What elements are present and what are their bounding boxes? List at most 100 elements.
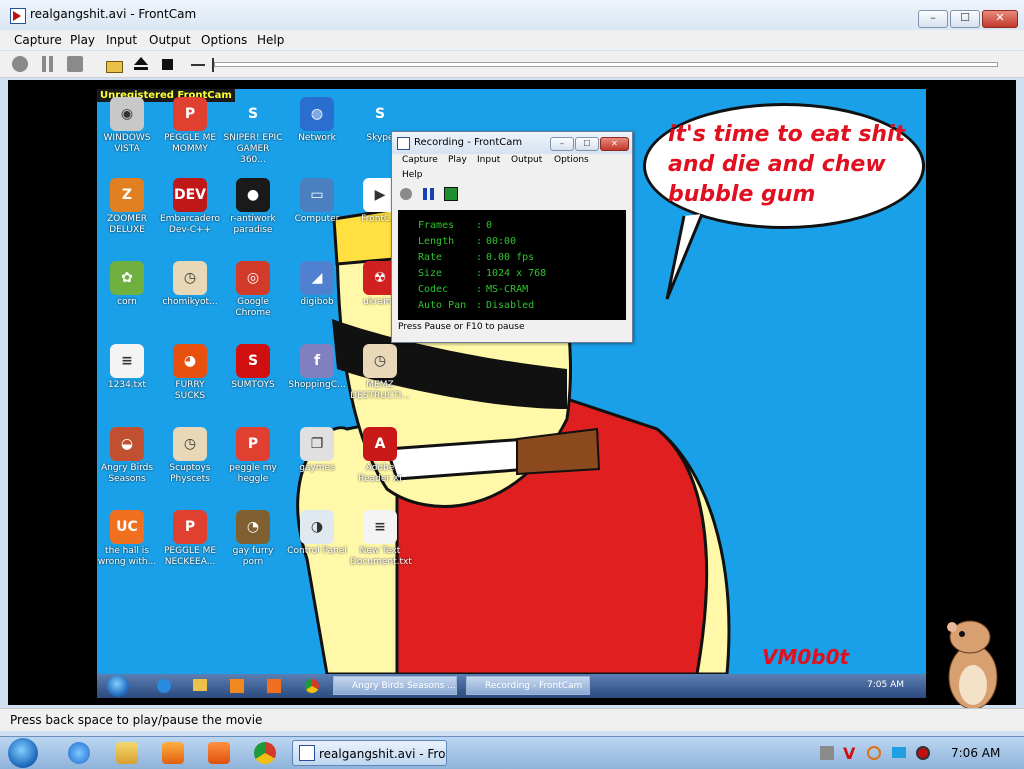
desktop-icon-glyph: UC [110,510,144,544]
inner-task-recording[interactable]: Recording - FrontCam [466,676,590,695]
rec-menu-input[interactable]: Input [477,155,500,165]
rec-record-icon[interactable] [400,188,412,200]
inner-media-icon[interactable] [230,679,244,693]
rec-menu-output[interactable]: Output [511,155,542,165]
desktop-icon[interactable]: ◑ Control Panel [287,510,347,557]
desktop-icon-label: Computer [294,214,340,224]
desktop-icon[interactable]: ◒ Angry Birds Seasons [97,427,157,485]
desktop-icon[interactable]: ◷ chomikyot... [160,261,220,308]
rec-menu-options[interactable]: Options [554,155,589,165]
desktop-icon[interactable]: S SNIPER! EPIC GAMER 360... [223,97,283,166]
stat-label: Auto Pan [418,300,467,311]
desktop-icon[interactable]: A Adobe Reader XI [350,427,410,485]
inner-chrome-icon[interactable] [305,679,319,693]
rec-menu-capture[interactable]: Capture [402,155,438,165]
stop-square-icon[interactable] [67,56,83,72]
desktop-icon[interactable]: Ppeggle my heggle [223,427,283,485]
desktop-icon-glyph: ✿ [110,261,144,295]
stat-label: Length [418,236,455,247]
desktop-icon[interactable]: ❐ gaymes [287,427,347,474]
rec-pause-icon[interactable] [422,188,436,200]
tray-display-icon[interactable] [892,747,906,758]
window-titlebar[interactable]: realgangshit.avi - FrontCam – ☐ ✕ [0,0,1024,31]
desktop-icon[interactable]: ● r-antiwork paradise [223,178,283,236]
tray-network-icon[interactable] [820,746,834,760]
desktop-icon-label: Network [298,133,336,143]
window-title: realgangshit.avi - FrontCam [30,7,197,21]
inner-start-button[interactable] [107,675,129,697]
stop-icon[interactable] [162,59,173,70]
maximize-button[interactable]: ☐ [950,10,980,28]
seek-thumb[interactable] [212,58,214,72]
desktop-icon[interactable]: ◎ Google Chrome [223,261,283,319]
rec-close-button[interactable]: ✕ [600,137,629,151]
media-player-icon[interactable] [162,742,184,764]
chrome-icon[interactable] [254,742,276,764]
rec-menu-play[interactable]: Play [448,155,467,165]
tray-search-icon[interactable] [867,746,881,760]
tray-antivirus-icon[interactable]: V [843,744,855,763]
desktop-icon-glyph: A [363,427,397,461]
menu-input[interactable]: Input [106,33,137,47]
desktop-icon-label: Angry Birds Seasons [100,463,154,484]
desktop-icon[interactable]: P PEGGLE ME NECKEEA... [160,510,220,568]
desktop-icon[interactable]: UC the hall is wrong with... [97,510,157,568]
rec-stop-icon[interactable] [444,187,458,201]
open-folder-icon[interactable] [106,56,123,73]
rec-maximize-button[interactable]: ☐ [575,137,599,151]
desktop-icon[interactable]: ◕ FURRY SUCKS [160,344,220,402]
desktop-icon[interactable]: ◍ Network [287,97,347,144]
menu-play[interactable]: Play [70,33,95,47]
desktop-icon[interactable]: ≡ 1234.txt [97,344,157,391]
start-button[interactable] [8,738,38,768]
desktop-icon[interactable]: S SUMTOYS [223,344,283,391]
desktop-icon[interactable]: ≡ New Text Document.txt [350,510,412,568]
desktop-icon[interactable]: Z ZOOMER DELUXE [97,178,157,236]
desktop-icon[interactable]: ◢ digibob [287,261,347,308]
eject-icon[interactable] [133,56,149,72]
seek-bar[interactable] [214,62,998,67]
desktop-icon[interactable]: ▭ Computer [287,178,347,225]
menu-help[interactable]: Help [257,33,284,47]
recording-window[interactable]: Recording - FrontCam – ☐ ✕ Capture Play … [391,131,633,343]
menu-capture[interactable]: Capture [14,33,62,47]
internet-explorer-icon[interactable] [68,742,90,764]
stat-separator: : [476,300,483,311]
desktop-icon[interactable]: ◔ gay furry porn [223,510,283,568]
frontcam-app-icon [10,8,26,24]
desktop-icon[interactable]: ✿ corn [97,261,157,308]
ucbrowser-icon[interactable] [208,742,230,764]
desktop-icon-label: digibob [300,297,334,307]
inner-explorer-icon[interactable] [193,679,207,691]
desktop-icon[interactable]: P PEGGLE ME MOMMY [160,97,220,155]
desktop-icon-glyph: ◔ [236,510,270,544]
desktop-icon[interactable]: DEV Embarcadero Dev-C++ [160,178,220,236]
desktop-icon[interactable]: ◉ WINDOWS VISTA [97,97,157,155]
desktop-icon-glyph: ◷ [173,427,207,461]
menu-options[interactable]: Options [201,33,247,47]
menu-output[interactable]: Output [149,33,191,47]
record-icon[interactable] [12,56,28,72]
desktop-icon[interactable]: ◷ MEMZ DESTRUCTI... [350,344,410,402]
inner-task-angry-birds[interactable]: Angry Birds Seasons ... [333,676,457,695]
desktop-icon-label: chomikyot... [162,297,218,307]
desktop-icon-label: r-antiwork paradise [230,214,276,235]
close-button[interactable]: ✕ [982,10,1018,28]
recording-window-titlebar[interactable]: Recording - FrontCam – ☐ ✕ [392,132,632,154]
taskbar-active-window[interactable]: realgangshit.avi - Fro... [292,740,447,766]
file-explorer-icon[interactable] [116,742,138,764]
recording-window-title: Recording - FrontCam [414,137,523,148]
desktop-icon-label: PEGGLE ME NECKEEA... [163,546,217,567]
rec-menu-help[interactable]: Help [402,170,423,180]
inner-ucbrowser-icon[interactable] [267,679,281,693]
tray-recording-icon[interactable] [916,746,930,760]
desktop-icon-label: WINDOWS VISTA [103,133,151,154]
desktop-icon[interactable]: f ShoppingC... [287,344,347,391]
desktop-icon-glyph: ≡ [363,510,397,544]
minimize-button[interactable]: – [918,10,948,28]
desktop-icon-glyph: S [236,344,270,378]
pause-icon[interactable] [40,56,56,72]
inner-ie-icon[interactable] [157,679,171,693]
rec-minimize-button[interactable]: – [550,137,574,151]
desktop-icon[interactable]: ◷ Scuptoys Physcets [160,427,220,485]
